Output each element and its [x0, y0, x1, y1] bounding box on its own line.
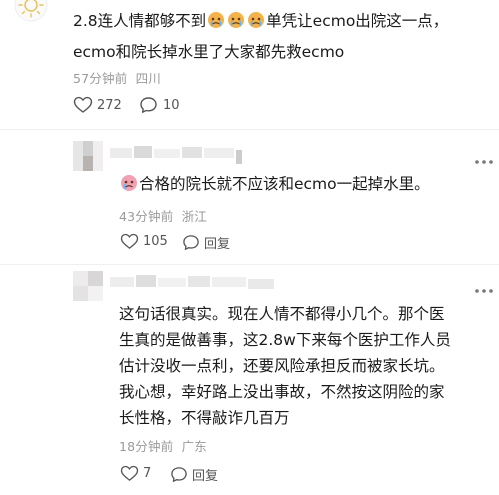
divider	[0, 264, 499, 265]
comment-2-location: 浙江	[181, 209, 207, 224]
username-blurred[interactable]	[110, 275, 280, 291]
heart-icon	[73, 96, 93, 113]
speech-bubble-icon	[140, 97, 157, 113]
more-dots-icon	[475, 160, 493, 164]
avatar[interactable]	[14, 0, 48, 22]
comment-3-like-count: 7	[143, 466, 152, 481]
comment-1-meta: 57分钟前 四川	[73, 68, 161, 87]
crying-face-emoji-icon	[226, 11, 246, 37]
comment-2-time: 43分钟前	[119, 209, 174, 224]
comment-1-text-part-b: 单凭让ecmo出院这一点，	[266, 12, 449, 30]
comment-3-line-1: 这句话很真实。现在人情不都得小几个。那个医	[119, 305, 445, 323]
comment-3-line-3: 估计没收一点利，还要风险承担反而被家长坑。	[119, 357, 445, 375]
heart-icon	[120, 465, 139, 481]
crying-face-emoji-icon	[206, 11, 226, 37]
comment-1-like-count: 272	[97, 97, 122, 113]
comment-1-reply-count: 10	[163, 97, 180, 113]
comment-1-text: 2.8连人情都够不到 单凭让ecmo出院这一点， ecmo和院长掉水里了大家都先救…	[73, 9, 483, 65]
divider	[0, 129, 499, 130]
username-blurred[interactable]	[110, 146, 260, 164]
comment-2-reply-label: 回复	[204, 237, 231, 252]
comment-3-reply-button[interactable]: 回复	[170, 465, 218, 484]
avatar[interactable]	[73, 141, 103, 171]
comment-1-location: 四川	[135, 71, 161, 86]
more-button[interactable]	[474, 150, 494, 164]
comment-3-location: 广东	[181, 439, 207, 454]
comment-3-line-4: 我心想，幸好路上没出事故，不然按这阴险的家	[119, 383, 445, 401]
comment-3-line-2: 生真的是做善事，这2.8w下来每个医护工作人员	[119, 331, 451, 349]
crying-face-emoji-icon	[246, 11, 266, 37]
comment-1-reply-button[interactable]: 10	[139, 96, 180, 114]
crying-face-emoji-icon	[119, 174, 139, 200]
avatar[interactable]	[73, 271, 103, 301]
comment-3-like-button[interactable]: 7	[120, 465, 151, 482]
comment-3-meta: 18分钟前 广东	[119, 436, 207, 455]
heart-icon	[120, 233, 139, 249]
comment-1-like-button[interactable]: 272	[73, 96, 122, 114]
comment-2-like-button[interactable]: 105	[120, 233, 168, 250]
comment-2-reply-button[interactable]: 回复	[182, 233, 230, 252]
comment-2-like-count: 105	[143, 234, 168, 249]
speech-bubble-icon	[183, 235, 199, 250]
comment-2-meta: 43分钟前 浙江	[119, 206, 207, 225]
comment-1-text-part-a: 2.8连人情都够不到	[73, 12, 207, 30]
speech-bubble-icon	[171, 467, 187, 482]
more-dots-icon	[475, 289, 493, 293]
sun-avatar-icon	[14, 0, 48, 22]
comment-1-time: 57分钟前	[73, 71, 128, 86]
comment-3-reply-label: 回复	[192, 469, 219, 484]
comment-3-time: 18分钟前	[119, 439, 174, 454]
comment-3-text: 这句话很真实。现在人情不都得小几个。那个医 生真的是做善事，这2.8w下来每个医…	[119, 302, 494, 431]
comment-2-text-body: 合格的院长就不应该和ecmo一起掉水里。	[139, 175, 430, 193]
comment-3-line-5: 长性格，不得敲诈几百万	[119, 409, 290, 427]
comment-1-text-line-2: ecmo和院长掉水里了大家都先救ecmo	[73, 43, 345, 61]
comment-2-text: 合格的院长就不应该和ecmo一起掉水里。	[119, 172, 430, 200]
more-button[interactable]	[474, 279, 494, 293]
